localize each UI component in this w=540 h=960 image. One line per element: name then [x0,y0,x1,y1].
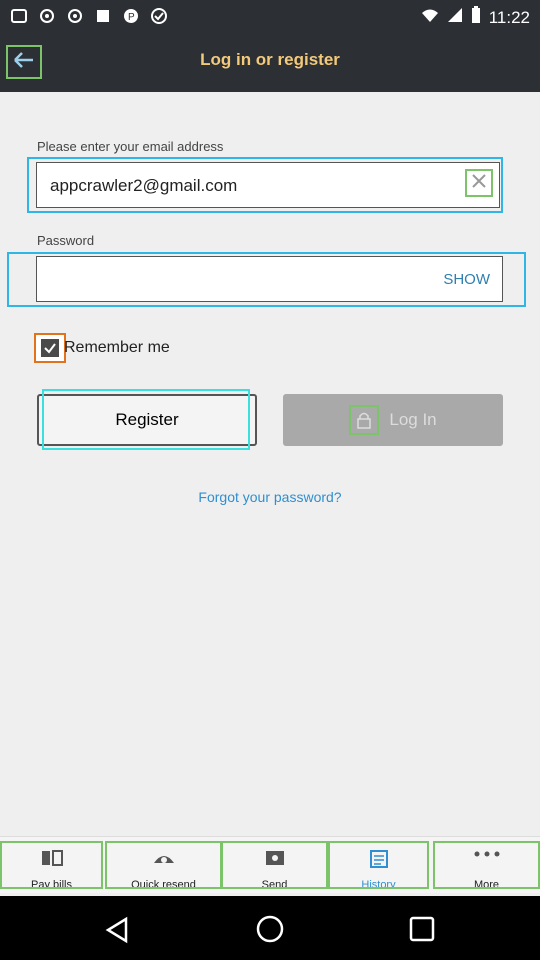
show-password-toggle[interactable]: SHOW [443,271,490,288]
battery-icon [471,6,481,29]
nav-quick-resend[interactable]: Quick resend [105,841,222,889]
nav-pay-bills[interactable]: Pay bills [0,841,103,889]
svg-text:P: P [128,12,135,23]
page-title: Log in or register [200,50,340,69]
login-button[interactable]: Log In [283,394,503,446]
quick-resend-icon [151,849,177,870]
close-icon [471,173,487,194]
check-icon [150,7,168,25]
bottom-nav: Pay bills Quick resend Send History More [0,836,540,893]
remember-me-label: Remember me [64,339,170,356]
status-time: 11:22 [488,7,530,27]
gear-icon [38,7,56,25]
nav-pay-bills-label: Pay bills [31,879,72,889]
app-notification-icon [10,7,28,25]
more-dots-icon [472,849,502,862]
status-bar: P 11:22 [0,0,540,32]
bills-icon [40,849,64,870]
history-icon [369,849,389,872]
app-icon [94,7,112,25]
gear-icon-2 [66,7,84,25]
remember-me-checkbox[interactable] [34,333,66,363]
clear-email-button[interactable] [465,169,493,197]
lock-icon [349,405,380,435]
nav-history-label: History [361,879,396,889]
home-circle-icon[interactable] [255,914,285,949]
nav-quick-resend-label: Quick resend [131,879,196,889]
signal-icon [447,7,463,28]
nav-history[interactable]: History [328,841,429,889]
email-field[interactable]: appcrawler2@gmail.com [36,162,500,208]
password-field[interactable]: SHOW [36,256,503,302]
forgot-password-link[interactable]: Forgot your password? [0,489,540,505]
send-icon [264,849,286,870]
nav-more-label: More [473,879,500,889]
email-label: Please enter your email address [37,139,224,154]
checkmark-icon [41,339,59,357]
recents-square-icon[interactable] [408,915,436,948]
wifi-icon [421,7,439,28]
nav-send-label: Send [261,879,288,889]
notification-icons: P [10,7,168,25]
register-button-label: Register [115,410,179,429]
login-button-label: Log In [389,410,437,429]
system-nav-bar [0,896,540,960]
register-button[interactable]: Register [37,394,257,446]
nav-more[interactable]: More [433,841,540,889]
app-bar: Log in or register [0,32,540,92]
password-label: Password [37,233,95,248]
pinterest-icon: P [122,7,140,25]
status-right: 11:22 [421,6,530,29]
email-value: appcrawler2@gmail.com [50,176,238,195]
nav-send[interactable]: Send [221,841,328,889]
back-triangle-icon[interactable] [104,916,132,949]
